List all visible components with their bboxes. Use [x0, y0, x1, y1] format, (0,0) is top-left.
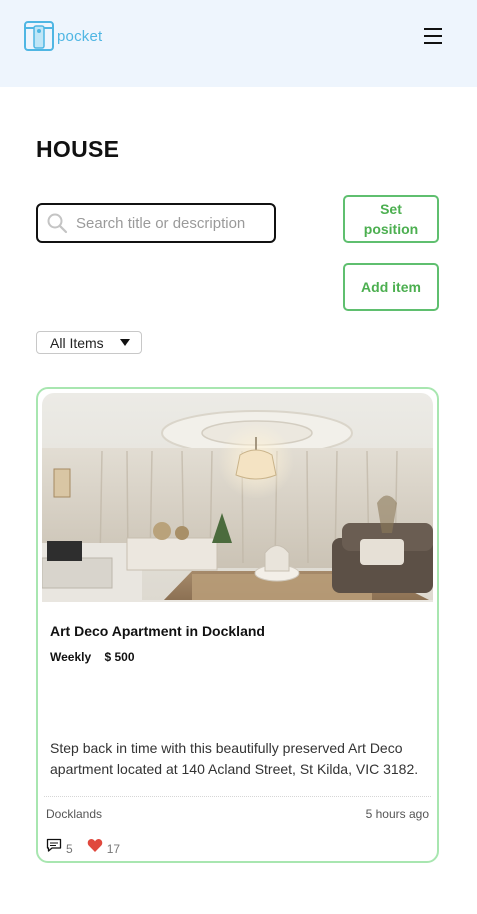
living-room-photo	[42, 393, 433, 602]
caret-down-icon	[120, 339, 130, 346]
listing-location: Docklands	[46, 807, 103, 821]
listing-stats: 5 17	[46, 838, 134, 856]
like-count: 17	[106, 841, 121, 856]
top-header: pocket	[0, 0, 477, 87]
items-filter-dropdown[interactable]: All Items	[36, 331, 142, 354]
listing-description: Step back in time with this beautifully …	[50, 740, 419, 777]
filter-selected-value: All Items	[50, 334, 104, 351]
listing-posted-time: 5 hours ago	[365, 807, 429, 821]
brand-logo[interactable]: pocket	[24, 20, 102, 52]
comment-icon[interactable]	[46, 838, 62, 853]
add-item-button[interactable]: Add item	[343, 263, 439, 311]
search-input[interactable]	[74, 213, 268, 233]
page-title: HOUSE	[36, 136, 120, 162]
set-position-button[interactable]: Set position	[343, 195, 439, 243]
search-icon	[47, 213, 68, 234]
hamburger-menu-icon[interactable]	[424, 28, 442, 44]
search-box[interactable]	[36, 203, 276, 243]
price-amount: $ 500	[104, 650, 135, 664]
card-divider	[44, 796, 431, 797]
comment-count: 5	[66, 841, 73, 856]
listing-card[interactable]: Art Deco Apartment in Dockland Weekly $ …	[36, 387, 439, 863]
price-period: Weekly	[50, 650, 92, 664]
heart-icon[interactable]	[87, 838, 103, 853]
listing-title[interactable]: Art Deco Apartment in Dockland	[50, 623, 265, 639]
pocket-logo-icon	[24, 21, 54, 51]
listing-price: Weekly $ 500	[50, 650, 135, 664]
brand-name: pocket	[57, 27, 103, 45]
